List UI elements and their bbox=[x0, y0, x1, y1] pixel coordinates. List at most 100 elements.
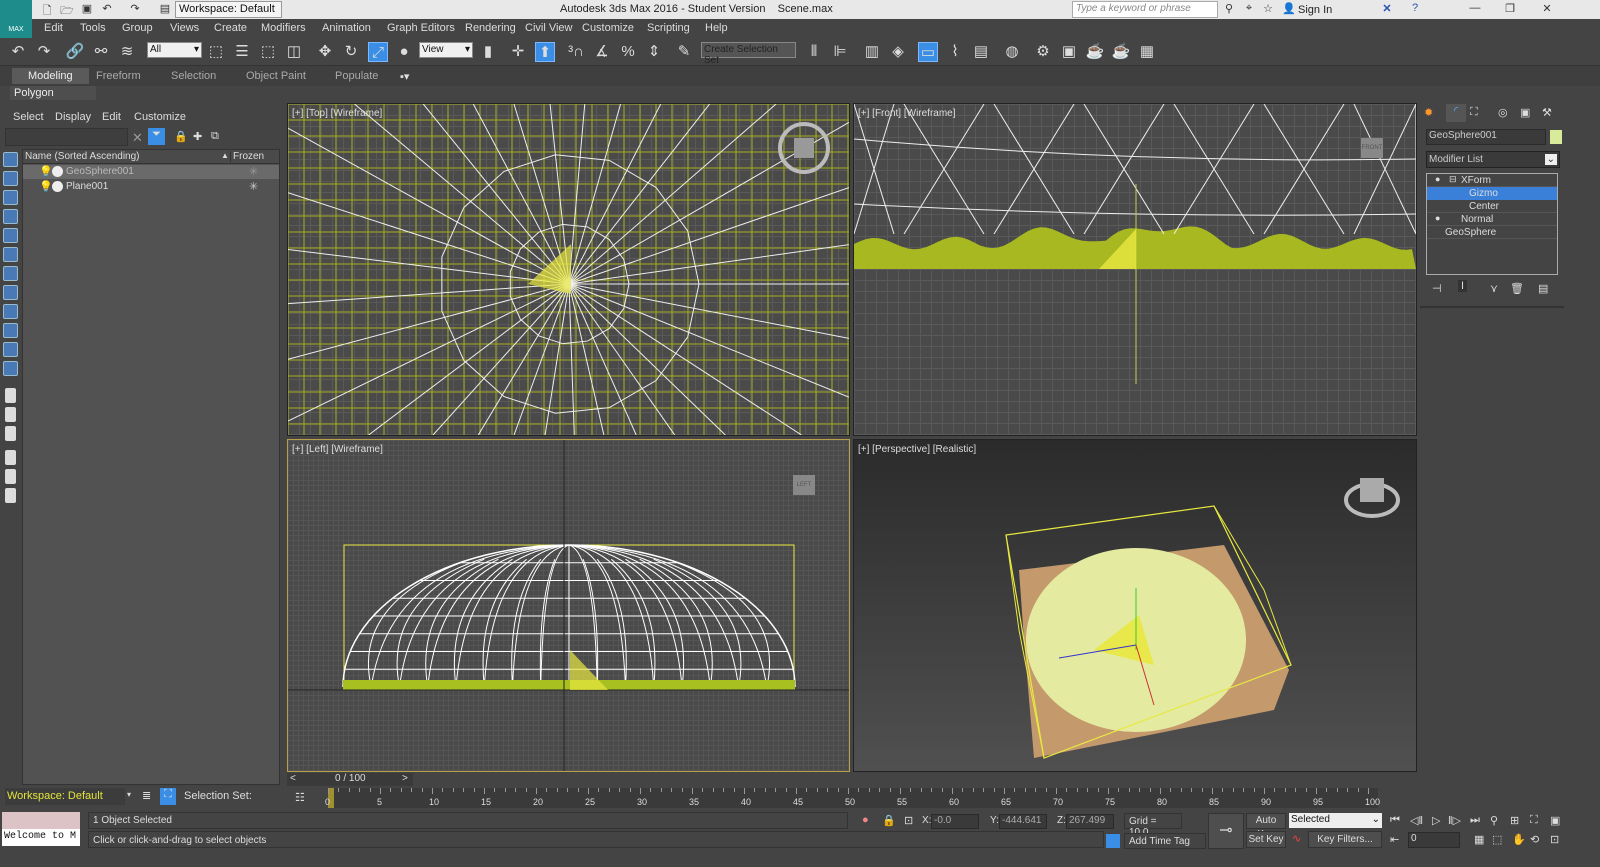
key-tangent-icon[interactable]: ∿ bbox=[1292, 832, 1301, 845]
binoculars-icon[interactable]: ⚲ bbox=[1222, 2, 1236, 16]
workspace-selector[interactable]: Workspace: Default bbox=[5, 788, 125, 805]
viewport-perspective[interactable]: [+] [Perspective] [Realistic] bbox=[853, 439, 1417, 772]
y-coordinate-input[interactable]: -444.641 bbox=[999, 814, 1047, 829]
viewport-top[interactable]: [+] [Top] [Wireframe] bbox=[287, 103, 850, 436]
menu-animation[interactable]: Animation bbox=[322, 22, 371, 34]
orbit-icon[interactable]: ⟲ bbox=[1530, 833, 1539, 846]
material-editor-icon[interactable]: ◍ bbox=[1002, 42, 1022, 62]
bind-spacewarp-icon[interactable]: ≋ bbox=[117, 42, 137, 62]
menu-tools[interactable]: Tools bbox=[80, 22, 106, 34]
zoom-extents-all-icon[interactable]: ▣ bbox=[1550, 814, 1560, 827]
unlink-icon[interactable]: ⚯ bbox=[91, 42, 111, 62]
undo-icon[interactable]: ↶ bbox=[100, 2, 114, 16]
zoom-all-icon[interactable]: ⊞ bbox=[1510, 814, 1519, 827]
polygon-modeling-panel[interactable]: Polygon Modeling bbox=[10, 86, 96, 111]
tab-freeform[interactable]: Freeform bbox=[96, 70, 141, 82]
snaps-toggle-icon[interactable]: ³∩ bbox=[566, 42, 586, 62]
pan-icon[interactable]: ✋ bbox=[1512, 833, 1526, 846]
menu-help[interactable]: Help bbox=[705, 22, 728, 34]
select-by-name-icon[interactable]: ☰ bbox=[232, 42, 252, 62]
column-frozen-header[interactable]: Frozen bbox=[230, 151, 264, 162]
scale-icon[interactable]: ⤢ bbox=[368, 42, 388, 62]
current-frame-input[interactable]: 0 bbox=[1408, 832, 1460, 848]
track-bar[interactable]: 0 5 10 15 20 25 30 35 40 45 50 55 60 65 70 75 80 85 90 95 10… bbox=[325, 788, 1380, 808]
spinner-snap-icon[interactable]: ⇕ bbox=[644, 42, 664, 62]
pivot-center-icon[interactable]: ▮ bbox=[478, 42, 498, 62]
align-icon[interactable]: ⊫ bbox=[830, 42, 850, 62]
menu-civil-view[interactable]: Civil View bbox=[525, 22, 572, 34]
clear-search-icon[interactable]: ✕ bbox=[132, 130, 143, 146]
exchange-icon[interactable]: ✕ bbox=[1380, 2, 1394, 16]
stack-item-geosphere[interactable]: GeoSphere bbox=[1427, 226, 1557, 239]
filter-icon[interactable]: ⏷ bbox=[148, 128, 165, 145]
filter-toggle-icon[interactable] bbox=[3, 285, 18, 300]
viewport-label[interactable]: [+] [Perspective] [Realistic] bbox=[858, 444, 976, 455]
utilities-tab-icon[interactable]: ⚒ bbox=[1542, 106, 1552, 119]
next-frame-icon[interactable]: > bbox=[402, 773, 408, 784]
stack-item-xform[interactable]: ● ⊟ XForm bbox=[1427, 174, 1557, 187]
modify-tab-icon[interactable]: ◜ bbox=[1446, 104, 1466, 122]
tab-populate[interactable]: Populate bbox=[335, 70, 378, 82]
ribbon-options-icon[interactable]: ▪▾ bbox=[400, 70, 409, 83]
next-frame-icon[interactable]: ‖▷ bbox=[1448, 814, 1461, 827]
explorer-search-input[interactable] bbox=[5, 128, 128, 146]
pin-stack-icon[interactable]: ⊣ bbox=[1432, 282, 1442, 295]
save-icon[interactable]: ▣ bbox=[80, 2, 94, 16]
viewport-front[interactable]: [+] [Front] [Wireframe] FRONT bbox=[853, 103, 1417, 436]
edit-named-selection-icon[interactable]: ✎ bbox=[674, 42, 694, 62]
x-coordinate-input[interactable]: -0.0 bbox=[931, 814, 979, 829]
frozen-icon[interactable]: ✳ bbox=[249, 165, 258, 178]
render-in-cloud-icon[interactable]: ▦ bbox=[1137, 42, 1157, 62]
redo-icon[interactable]: ↷ bbox=[34, 42, 54, 62]
previous-frame-icon[interactable]: ◁‖ bbox=[1410, 814, 1423, 827]
redo-icon[interactable]: ↷ bbox=[128, 2, 142, 16]
play-icon[interactable]: ▷ bbox=[1432, 814, 1440, 827]
percent-snap-icon[interactable]: % bbox=[618, 42, 638, 62]
minimize-icon[interactable]: — bbox=[1468, 2, 1482, 16]
scene-explorer-icon[interactable]: ▥ bbox=[862, 42, 882, 62]
zoom-icon[interactable]: ⚲ bbox=[1490, 814, 1498, 827]
window-crossing-icon[interactable]: ◫ bbox=[284, 42, 304, 62]
mirror-icon[interactable]: ⫴ bbox=[804, 42, 824, 62]
absolute-mode-icon[interactable]: ⊡ bbox=[904, 814, 913, 827]
sign-in-link[interactable]: Sign In bbox=[1298, 4, 1332, 16]
filter-toggle-icon[interactable] bbox=[5, 450, 16, 465]
named-selection-set-dropdown[interactable]: Create Selection Set bbox=[701, 42, 796, 66]
remove-modifier-icon[interactable]: 🗑 bbox=[1510, 282, 1524, 295]
set-key-mode-icon[interactable]: ⊸ bbox=[1208, 813, 1244, 849]
filter-toggle-icon[interactable] bbox=[3, 228, 18, 243]
viewport-label[interactable]: [+] [Left] [Wireframe] bbox=[292, 444, 383, 455]
chevron-down-icon[interactable]: ▾ bbox=[127, 790, 131, 799]
filter-toggle-icon[interactable] bbox=[5, 469, 16, 484]
filter-toggle-icon[interactable] bbox=[3, 152, 18, 167]
rendered-frame-window-icon[interactable]: ▣ bbox=[1059, 42, 1079, 62]
lock-icon[interactable]: 🔒 bbox=[174, 130, 188, 143]
link-icon[interactable]: 🔗 bbox=[65, 42, 85, 62]
hierarchy-tab-icon[interactable]: ⛶ bbox=[1470, 106, 1478, 119]
manipulate-icon[interactable]: ✛ bbox=[508, 42, 528, 62]
key-filters-button[interactable]: Key Filters... bbox=[1308, 831, 1382, 848]
frozen-icon[interactable]: ✳ bbox=[249, 180, 258, 193]
tab-modeling[interactable]: Modeling bbox=[12, 68, 89, 84]
select-object-icon[interactable]: ⬚ bbox=[206, 42, 226, 62]
time-tag-icon[interactable] bbox=[1106, 834, 1120, 848]
configure-modifier-sets-icon[interactable]: ▤ bbox=[1538, 282, 1548, 295]
select-children-icon[interactable]: ✚ bbox=[193, 130, 202, 143]
toggle-ribbon-icon[interactable]: ▭ bbox=[918, 42, 938, 62]
filter-toggle-icon[interactable] bbox=[3, 323, 18, 338]
add-time-tag-button[interactable]: Add Time Tag bbox=[1124, 833, 1206, 849]
search-input[interactable]: Type a keyword or phrase bbox=[1072, 1, 1218, 18]
render-setup-icon[interactable]: ⚙ bbox=[1033, 42, 1053, 62]
auto-key-button[interactable]: Auto Key bbox=[1246, 813, 1286, 840]
app-menu-logo[interactable]: MAX bbox=[0, 0, 32, 38]
light-bulb-icon[interactable]: ● bbox=[1435, 174, 1440, 184]
menu-customize[interactable]: Customize bbox=[582, 22, 634, 34]
filter-toggle-icon[interactable] bbox=[5, 407, 16, 422]
menu-modifiers[interactable]: Modifiers bbox=[261, 22, 306, 34]
collapse-icon[interactable]: ⊟ bbox=[1449, 174, 1457, 185]
select-dependents-icon[interactable]: ⧉ bbox=[211, 130, 219, 143]
stack-item-center[interactable]: Center bbox=[1427, 200, 1557, 213]
viewcube[interactable]: LEFT bbox=[793, 475, 815, 495]
isolate-icon[interactable]: ● bbox=[862, 814, 869, 826]
selection-lock-icon[interactable]: 🔒 bbox=[882, 814, 896, 827]
